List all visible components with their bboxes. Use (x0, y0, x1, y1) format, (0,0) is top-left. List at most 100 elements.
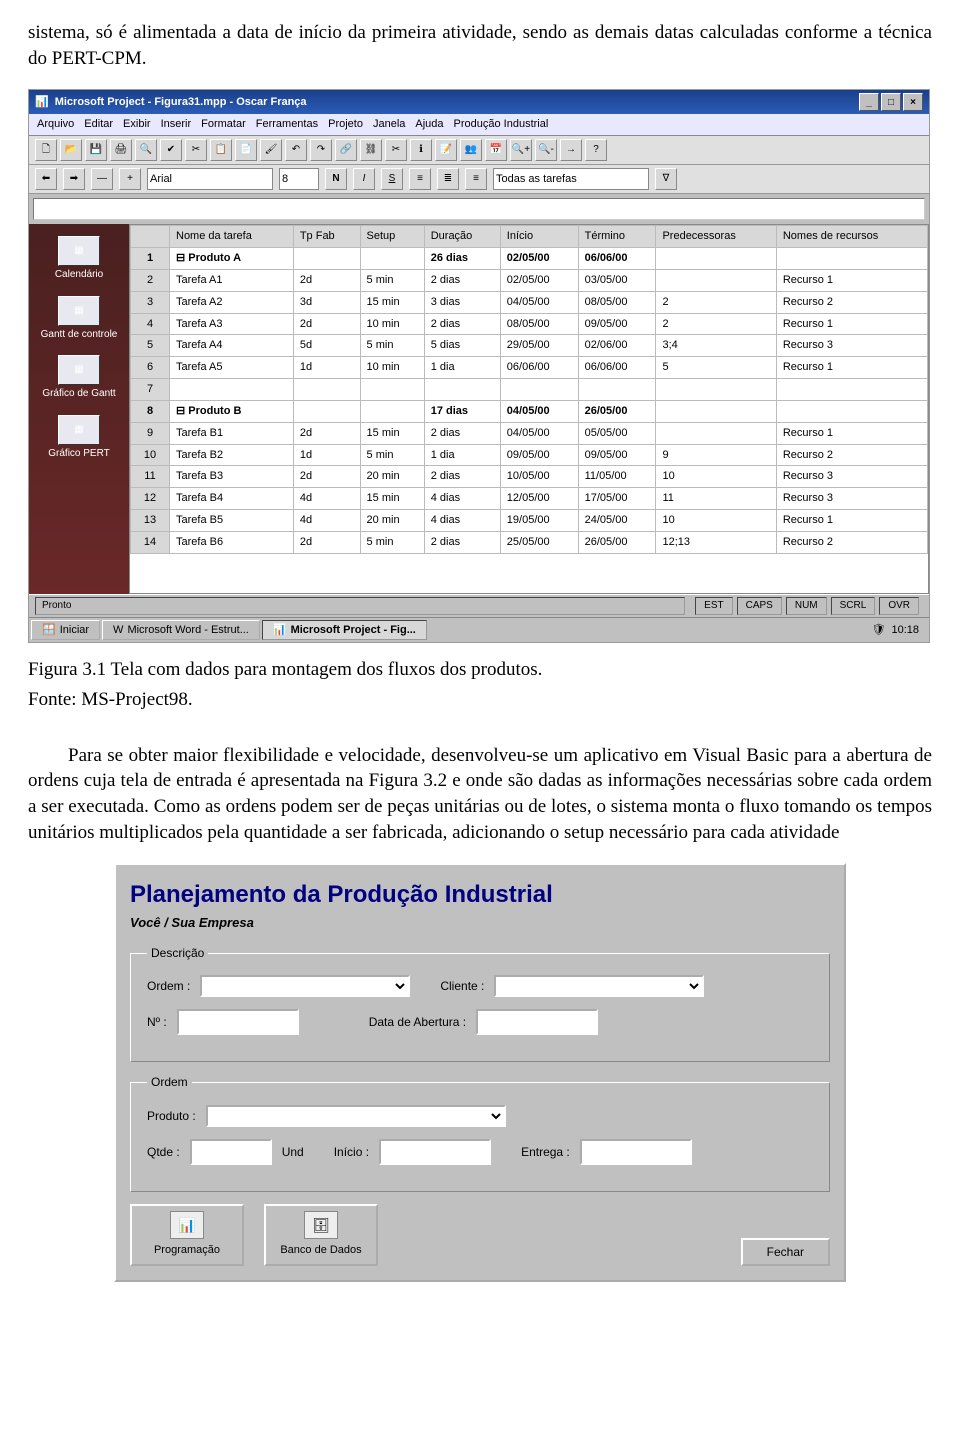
menu-produção industrial[interactable]: Produção Industrial (454, 117, 549, 132)
view-item[interactable]: ▦Calendário (29, 230, 129, 286)
menu-inserir[interactable]: Inserir (161, 117, 192, 132)
cell[interactable]: 1 dia (424, 357, 500, 379)
cell[interactable] (360, 400, 424, 422)
menu-projeto[interactable]: Projeto (328, 117, 363, 132)
save-icon[interactable]: 💾 (85, 139, 107, 161)
cell[interactable]: 04/05/00 (500, 400, 578, 422)
cell[interactable]: 09/05/00 (578, 313, 656, 335)
table-row[interactable]: 6 Tarefa A51d10 min1 dia06/06/0006/06/00… (131, 357, 928, 379)
hide-icon[interactable]: + (119, 168, 141, 190)
cell[interactable] (578, 379, 656, 401)
cell[interactable]: 19/05/00 (500, 510, 578, 532)
cell[interactable]: 5 min (360, 531, 424, 553)
table-row[interactable]: 7 (131, 379, 928, 401)
table-row[interactable]: 4 Tarefa A32d10 min2 dias08/05/0009/05/0… (131, 313, 928, 335)
cell[interactable]: 10 (656, 510, 776, 532)
menu-ferramentas[interactable]: Ferramentas (256, 117, 318, 132)
view-item[interactable]: ▦Gráfico PERT (29, 409, 129, 465)
cut-icon[interactable]: ✂ (185, 139, 207, 161)
cell[interactable] (293, 247, 360, 269)
cell[interactable]: 5 min (360, 269, 424, 291)
cell[interactable]: 3d (293, 291, 360, 313)
column-header[interactable]: Duração (424, 226, 500, 248)
menu-editar[interactable]: Editar (84, 117, 113, 132)
programacao-button[interactable]: 📊 Programação (130, 1204, 244, 1266)
cell[interactable]: 06/06/00 (578, 357, 656, 379)
cell[interactable]: 4 dias (424, 510, 500, 532)
zoomin-icon[interactable]: 🔍+ (510, 139, 532, 161)
menu-arquivo[interactable]: Arquivo (37, 117, 74, 132)
cell[interactable]: 9 (131, 422, 170, 444)
cell[interactable]: 04/05/00 (500, 422, 578, 444)
cell[interactable]: 26 dias (424, 247, 500, 269)
cell[interactable]: Tarefa B1 (170, 422, 294, 444)
table-row[interactable]: 3 Tarefa A23d15 min3 dias04/05/0008/05/0… (131, 291, 928, 313)
cell[interactable]: Recurso 1 (776, 269, 927, 291)
cell[interactable] (360, 247, 424, 269)
cell[interactable]: Tarefa A3 (170, 313, 294, 335)
column-header[interactable]: Nome da tarefa (170, 226, 294, 248)
view-item[interactable]: ▦Gráfico de Gantt (29, 349, 129, 405)
cell[interactable]: 15 min (360, 291, 424, 313)
cell[interactable]: 06/06/00 (500, 357, 578, 379)
cell[interactable]: Tarefa A4 (170, 335, 294, 357)
cell[interactable]: 09/05/00 (578, 444, 656, 466)
cell[interactable]: 26/05/00 (578, 400, 656, 422)
cell[interactable]: 2 dias (424, 531, 500, 553)
table-row[interactable]: 8⊟ Produto B17 dias04/05/0026/05/00 (131, 400, 928, 422)
bold-icon[interactable]: N (325, 168, 347, 190)
cell[interactable] (170, 379, 294, 401)
cell[interactable]: 2d (293, 269, 360, 291)
cell[interactable]: 15 min (360, 488, 424, 510)
cell[interactable]: 5 (656, 357, 776, 379)
cell[interactable]: 11 (656, 488, 776, 510)
table-row[interactable]: 2 Tarefa A12d5 min2 dias02/05/0003/05/00… (131, 269, 928, 291)
cell[interactable]: 2 dias (424, 313, 500, 335)
cell[interactable]: Tarefa B3 (170, 466, 294, 488)
cell[interactable]: 13 (131, 510, 170, 532)
cell[interactable] (656, 400, 776, 422)
wizard-icon[interactable]: → (560, 139, 582, 161)
table-row[interactable]: 1⊟ Produto A26 dias02/05/0006/06/00 (131, 247, 928, 269)
info-icon[interactable]: ℹ (410, 139, 432, 161)
goto-icon[interactable]: 📅 (485, 139, 507, 161)
cell[interactable]: Tarefa B5 (170, 510, 294, 532)
link-icon[interactable]: 🔗 (335, 139, 357, 161)
qtde-input[interactable] (190, 1139, 272, 1165)
cell[interactable]: 4d (293, 488, 360, 510)
banco-dados-button[interactable]: 🗄 Banco de Dados (264, 1204, 378, 1266)
print-icon[interactable]: 🖨 (110, 139, 132, 161)
font-name-input[interactable] (147, 168, 273, 190)
produto-select[interactable] (206, 1105, 506, 1127)
cell[interactable]: Recurso 2 (776, 531, 927, 553)
cell[interactable]: Tarefa B4 (170, 488, 294, 510)
cell[interactable]: Recurso 1 (776, 422, 927, 444)
minimize-icon[interactable]: _ (859, 93, 879, 111)
cell[interactable]: 10 (656, 466, 776, 488)
cell[interactable]: 4d (293, 510, 360, 532)
indent-icon[interactable]: ➡ (63, 168, 85, 190)
cell[interactable] (776, 400, 927, 422)
menu-exibir[interactable]: Exibir (123, 117, 151, 132)
column-header[interactable]: Nomes de recursos (776, 226, 927, 248)
cell[interactable]: 10/05/00 (500, 466, 578, 488)
cell[interactable]: 2d (293, 531, 360, 553)
cell[interactable]: ⊟ Produto A (170, 247, 294, 269)
cell[interactable]: 5 min (360, 444, 424, 466)
cell[interactable]: 12/05/00 (500, 488, 578, 510)
cell[interactable]: Tarefa B2 (170, 444, 294, 466)
tray-icon[interactable]: 🛡 (872, 623, 886, 638)
data-abertura-input[interactable] (476, 1009, 598, 1035)
cell[interactable]: 2 (656, 313, 776, 335)
cell[interactable]: 14 (131, 531, 170, 553)
spell-icon[interactable]: ✔ (160, 139, 182, 161)
table-row[interactable]: 11 Tarefa B32d20 min2 dias10/05/0011/05/… (131, 466, 928, 488)
cell[interactable]: 5 (131, 335, 170, 357)
cell[interactable]: 9 (656, 444, 776, 466)
cell[interactable] (656, 379, 776, 401)
align-center-icon[interactable]: ≣ (437, 168, 459, 190)
cell[interactable]: Recurso 3 (776, 335, 927, 357)
cell[interactable]: 26/05/00 (578, 531, 656, 553)
split-icon[interactable]: ✂ (385, 139, 407, 161)
cell[interactable]: 1 dia (424, 444, 500, 466)
